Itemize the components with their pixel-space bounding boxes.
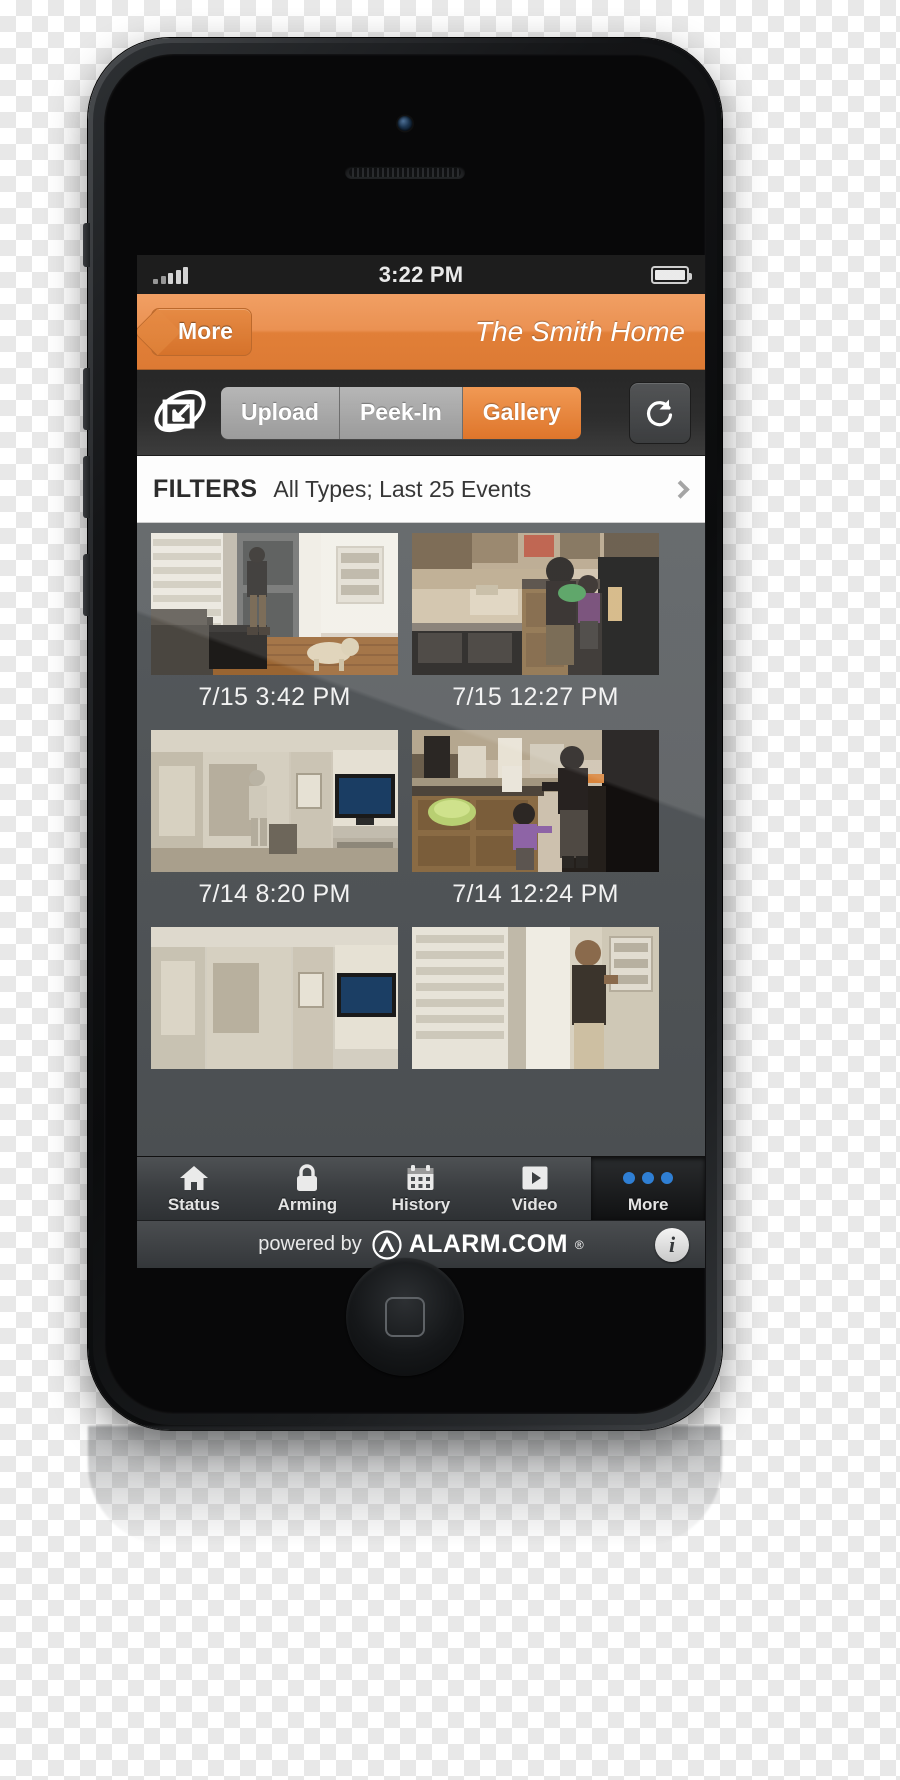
- device-reflection: [88, 1426, 722, 1546]
- segment-peek-in[interactable]: Peek-In: [339, 386, 463, 439]
- battery-icon: [651, 265, 692, 284]
- gallery-item[interactable]: 7/14 8:20 PM: [151, 730, 398, 921]
- refresh-button[interactable]: [629, 381, 691, 444]
- gallery-thumbnail[interactable]: [412, 927, 659, 1069]
- camera-toolbar: Upload Peek-In Gallery: [137, 370, 705, 456]
- gallery-grid[interactable]: 7/15 3:42 PM 7/15 12:27 PM 7/14 8:20 PM …: [137, 523, 705, 1156]
- tab-history[interactable]: History: [364, 1157, 478, 1220]
- gallery-item[interactable]: [412, 927, 659, 1069]
- page-title: The Smith Home: [474, 315, 685, 347]
- gallery-thumbnail[interactable]: [151, 533, 398, 675]
- tab-label: More: [627, 1195, 669, 1214]
- front-camera-icon: [397, 116, 413, 131]
- segment-gallery[interactable]: Gallery: [462, 386, 581, 439]
- tab-label: History: [391, 1195, 451, 1214]
- device-side-button[interactable]: [83, 554, 90, 616]
- tab-status[interactable]: Status: [137, 1157, 251, 1220]
- gallery-item[interactable]: 7/15 12:27 PM: [412, 533, 659, 724]
- more-dots-icon: [623, 1162, 674, 1194]
- gallery-thumbnail[interactable]: [151, 730, 398, 872]
- play-icon: [521, 1162, 549, 1194]
- back-button-more[interactable]: More: [151, 307, 252, 356]
- device-mute-switch[interactable]: [83, 223, 90, 267]
- back-button-label: More: [178, 318, 233, 344]
- tab-label: Status: [167, 1195, 220, 1214]
- view-mode-segmented-control[interactable]: Upload Peek-In Gallery: [221, 386, 581, 439]
- device-bezel: 3:22 PM More The Smith Home Upload Peek-…: [93, 43, 717, 1425]
- calendar-icon: [406, 1162, 435, 1194]
- home-button[interactable]: [346, 1258, 464, 1376]
- earpiece-speaker: [345, 166, 465, 179]
- phone-screen: 3:22 PM More The Smith Home Upload Peek-…: [137, 255, 705, 1268]
- tab-label: Arming: [277, 1195, 338, 1214]
- filters-label: FILTERS: [153, 474, 258, 503]
- device-face: 3:22 PM More The Smith Home Upload Peek-…: [104, 54, 706, 1414]
- tab-more[interactable]: More: [591, 1157, 705, 1220]
- device-volume-down-button[interactable]: [83, 456, 90, 518]
- alarm-com-logo-icon: ALARM.COM ®: [372, 1229, 584, 1260]
- status-bar: 3:22 PM: [137, 255, 705, 294]
- gallery-timestamp: 7/14 12:24 PM: [452, 880, 619, 908]
- gallery-timestamp: 7/15 3:42 PM: [198, 683, 351, 711]
- chevron-right-icon: [671, 479, 690, 499]
- gallery-item[interactable]: 7/14 12:24 PM: [412, 730, 659, 921]
- gallery-thumbnail[interactable]: [412, 730, 659, 872]
- gallery-timestamp: 7/14 8:20 PM: [198, 880, 351, 908]
- gallery-timestamp: 7/15 12:27 PM: [452, 683, 619, 711]
- gallery-thumbnail[interactable]: [412, 533, 659, 675]
- brand-name: ALARM.COM: [408, 1230, 568, 1258]
- home-button-square-icon: [385, 1297, 425, 1337]
- filters-bar[interactable]: FILTERS All Types; Last 25 Events: [137, 456, 705, 523]
- refresh-icon: [647, 399, 673, 426]
- camera-upload-icon: [151, 387, 209, 439]
- bottom-tab-bar: Status Arming History Video More: [137, 1156, 705, 1220]
- home-icon: [179, 1162, 209, 1194]
- tab-arming[interactable]: Arming: [251, 1157, 365, 1220]
- lock-icon: [294, 1162, 320, 1194]
- status-bar-time: 3:22 PM: [378, 261, 464, 287]
- powered-by-label: powered by: [258, 1233, 362, 1255]
- gallery-item[interactable]: [151, 927, 398, 1069]
- filters-value: All Types; Last 25 Events: [273, 475, 532, 502]
- segment-upload[interactable]: Upload: [221, 386, 340, 439]
- tab-label: Video: [511, 1195, 558, 1214]
- registered-mark: ®: [574, 1237, 584, 1252]
- phone-device: 3:22 PM More The Smith Home Upload Peek-…: [83, 38, 722, 1430]
- gallery-thumbnail[interactable]: [151, 927, 398, 1069]
- device-volume-up-button[interactable]: [83, 368, 90, 430]
- gallery-item[interactable]: 7/15 3:42 PM: [151, 533, 398, 724]
- tab-video[interactable]: Video: [478, 1157, 592, 1220]
- info-icon[interactable]: i: [655, 1227, 689, 1262]
- navigation-bar: More The Smith Home: [137, 294, 705, 370]
